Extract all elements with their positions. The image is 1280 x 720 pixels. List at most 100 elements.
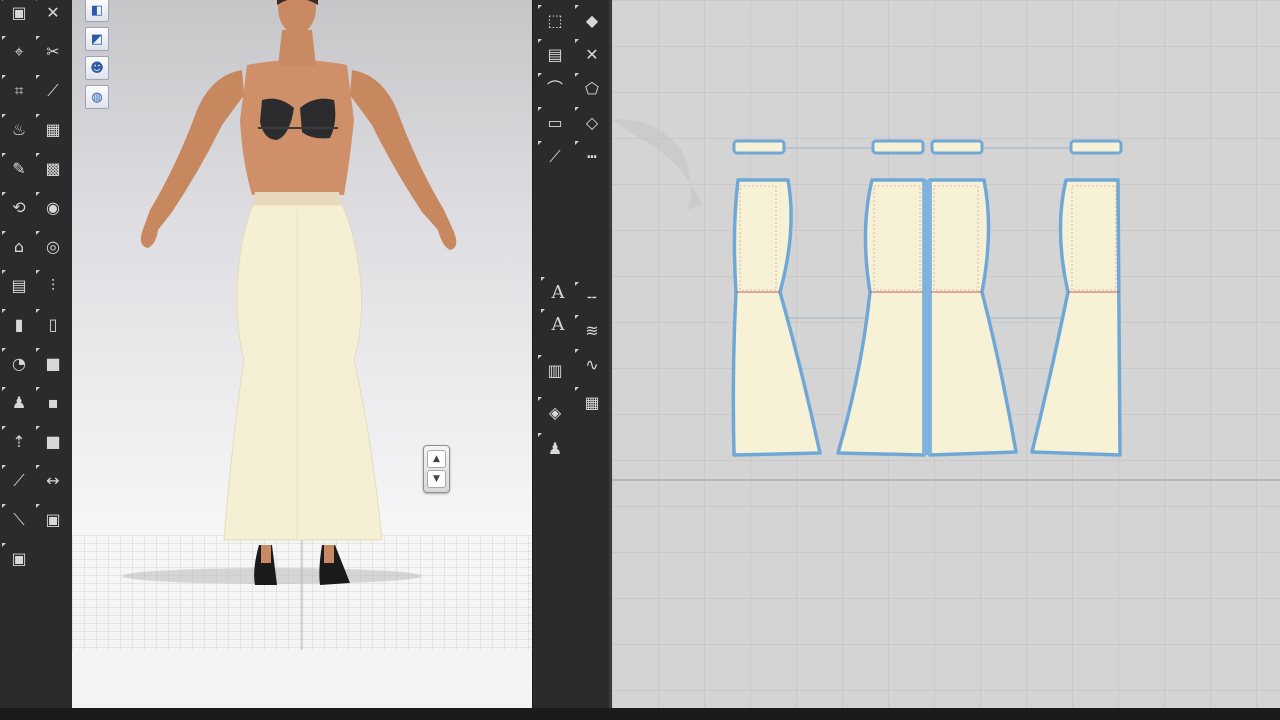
avatar-tool-button[interactable]: ♟ (2, 387, 32, 416)
globe-view-button[interactable]: ◍ (85, 85, 109, 109)
polygon-icon: ⬠ (585, 79, 599, 98)
tshirt-alt-tool-button[interactable]: ▣ (2, 543, 32, 572)
avatar-view-button[interactable]: ☻ (85, 56, 109, 80)
flip-tool-button[interactable]: ⟲ (2, 192, 32, 221)
zipper-tool-button[interactable]: ⫶ (36, 270, 66, 299)
zoom-stepper[interactable]: ▲ ▼ (423, 445, 450, 493)
text-tool-label: A (551, 282, 565, 303)
grid-icon: ▦ (45, 120, 61, 139)
hanger-tool-button[interactable]: ⌂ (2, 231, 32, 260)
viewport-2d-pattern[interactable] (612, 0, 1280, 708)
fold-arrange-icon: ◈ (548, 403, 562, 422)
arrows-tool-button[interactable]: ↔ (36, 465, 66, 494)
wave-icon: ∿ (585, 355, 599, 374)
globe-view-icon: ◍ (91, 89, 103, 105)
text-tool-button[interactable]: A (541, 277, 571, 306)
waistband-pattern[interactable] (930, 139, 984, 155)
tshirt-tool-button[interactable]: ▣ (36, 504, 66, 533)
tack-icon: ⌗ (14, 81, 24, 100)
transform-tool-button[interactable]: ✕ (36, 0, 66, 26)
curve-icon: ⌒ (546, 79, 563, 98)
garment-up-tool-button[interactable]: ⇡ (2, 426, 32, 455)
zoom-up-button[interactable]: ▲ (427, 450, 446, 468)
garment-up-icon: ⇡ (12, 432, 26, 451)
zipper-icon: ⫶ (50, 276, 55, 295)
select-mesh-tool-button[interactable]: ▣ (2, 0, 32, 26)
zoom-down-button[interactable]: ▼ (427, 470, 446, 488)
pattern-back[interactable] (1030, 139, 1123, 457)
seam-tool-button[interactable]: ┅ (575, 141, 605, 170)
waistband-pattern[interactable] (732, 139, 786, 155)
selected-seam-highlight (923, 180, 931, 455)
pattern-canvas[interactable] (612, 0, 1280, 708)
tshirt-icon: ▣ (45, 510, 61, 529)
dart-tool-button[interactable]: ◇ (575, 107, 605, 136)
tube-tool-button[interactable]: ▮ (2, 309, 32, 338)
edit-point-tool-button[interactable]: ◆ (575, 5, 605, 34)
strap-tool-button[interactable]: ▯ (36, 309, 66, 338)
button-tool-button[interactable]: ◉ (36, 192, 66, 221)
toolbar-2d-tools: ⬚ ◆ ▤ ✕ ⌒ ⬠ ▭ ◇ ⟋ ┅ A A ╌ ≋ ∿ ▥ ◈ ▦ ♟ (533, 0, 611, 720)
text-tool-button[interactable]: A (541, 309, 571, 338)
hatch-tool-button[interactable]: ▥ (538, 355, 568, 384)
layer-tool-button[interactable]: ▪ (36, 387, 66, 416)
skirt-3d (223, 204, 383, 541)
waistband-pattern[interactable] (1069, 139, 1123, 155)
shirt-tool-button[interactable]: ▤ (2, 270, 32, 299)
puckering-tool-button[interactable]: ◔ (2, 348, 32, 377)
fill-icon: ■ (45, 432, 61, 451)
avatar-small-tool-button[interactable]: ♟ (538, 433, 568, 462)
waistband-pattern[interactable] (871, 139, 925, 155)
tack-tool-button[interactable]: ⌗ (2, 75, 32, 104)
polygon-tool-button[interactable]: ⬠ (575, 73, 605, 102)
status-bar (0, 708, 1280, 720)
shirt-pattern-tool-button[interactable]: ▤ (538, 39, 568, 68)
fill-tool-button[interactable]: ■ (36, 426, 66, 455)
ruler-tool-button[interactable]: ⟍ (2, 504, 32, 533)
buttonhole-tool-button[interactable]: ◎ (36, 231, 66, 260)
avatar-small-icon: ♟ (547, 439, 563, 458)
grid-pattern-tool-button[interactable]: ▦ (575, 387, 605, 416)
pattern-front-center-right[interactable] (928, 139, 1018, 457)
seam-icon: ┅ (587, 147, 597, 166)
brush-tool-button[interactable]: ✎ (2, 153, 32, 182)
viewport-3d[interactable]: ◧ ◩ ☻ ◍ ▲ ▼ (72, 0, 532, 708)
curve-tool-button[interactable]: ⌒ (538, 73, 568, 102)
segment-tool-button[interactable]: ✕ (575, 39, 605, 68)
texture-tool-button[interactable]: ■ (36, 348, 66, 377)
shirt-check-tool-button[interactable]: ▩ (36, 153, 66, 182)
fold-arrange-tool-button[interactable]: ◈ (538, 397, 568, 426)
fabric-view-icon: ◧ (90, 2, 104, 18)
pin-icon: ⌖ (14, 42, 24, 61)
avatar-icon: ♟ (11, 393, 27, 412)
sewing-tool-button[interactable]: ⟋ (538, 141, 568, 170)
fold-icon: ⟋ (47, 81, 59, 100)
wave-tool-button[interactable]: ∿ (575, 349, 605, 378)
strap-icon: ▯ (48, 315, 58, 334)
grid-tool-button[interactable]: ▦ (36, 114, 66, 143)
puckering-icon: ◔ (12, 354, 26, 373)
layer-icon: ▪ (47, 393, 59, 412)
select-pattern-tool-button[interactable]: ⬚ (538, 5, 568, 34)
text-tool-label: A (551, 314, 565, 335)
avatar-neck (278, 30, 316, 66)
avatar-arm-right (350, 70, 457, 250)
internal-line-tool-button[interactable]: ╌ (575, 282, 605, 311)
fold-tool-button[interactable]: ⟋ (36, 75, 66, 104)
scissors-tool-button[interactable]: ✂ (36, 36, 66, 65)
pin-tool-button[interactable]: ⌖ (2, 36, 32, 65)
avatar-view-icon: ☻ (90, 60, 104, 76)
steam-tool-button[interactable]: ♨ (2, 114, 32, 143)
pattern-front-left[interactable] (731, 139, 822, 457)
mesh-view-button[interactable]: ◩ (85, 27, 109, 51)
fabric-view-button[interactable]: ◧ (85, 0, 109, 22)
avatar-model[interactable] (72, 0, 532, 708)
rectangle-tool-button[interactable]: ▭ (538, 107, 568, 136)
texture-icon: ■ (45, 354, 61, 373)
tube-icon: ▮ (14, 315, 24, 334)
zigzag-tool-button[interactable]: ≋ (575, 315, 605, 344)
pattern-front-center-left[interactable] (836, 139, 926, 457)
mesh-view-icon: ◩ (90, 31, 104, 47)
needle-tool-button[interactable]: ⟋ (2, 465, 32, 494)
select-mesh-icon: ▣ (11, 3, 27, 22)
